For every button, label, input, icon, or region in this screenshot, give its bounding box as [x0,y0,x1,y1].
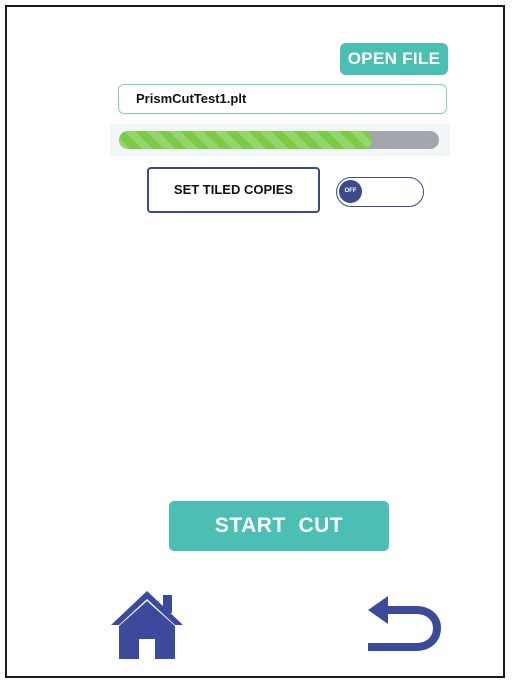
back-arrow-icon [368,596,442,651]
set-tiled-copies-button[interactable]: SET TILED COPIES [147,167,320,213]
toggle-knob: OFF [339,180,362,203]
tiled-copies-toggle[interactable]: OFF [336,177,424,207]
file-name-field[interactable]: PrismCutTest1.plt [118,84,447,114]
progress-fill [119,131,372,149]
back-button[interactable] [366,596,442,652]
home-icon [111,591,183,659]
open-file-button[interactable]: OPEN FILE [340,43,448,75]
start-cut-button[interactable]: START CUT [169,501,389,551]
progress-track [119,131,439,149]
home-button[interactable] [110,589,184,661]
progress-bar [110,124,450,156]
